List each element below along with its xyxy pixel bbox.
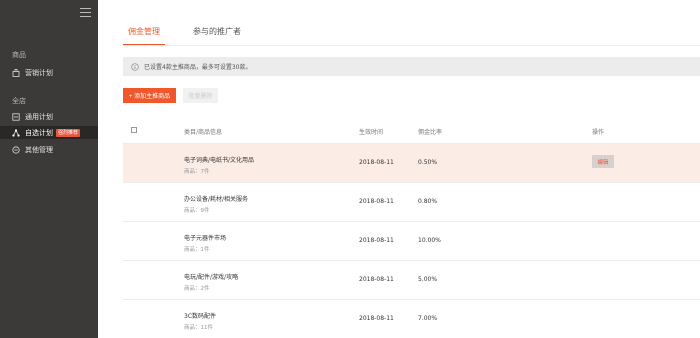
category-name: 电玩/配件/游戏/攻略 [184,274,239,281]
batch-delete-button[interactable]: 批量删除 [183,88,218,103]
sidebar-item-label: 自选计划 [25,128,53,137]
info-icon [131,62,139,71]
commission-rate: 0.80% [418,198,438,205]
header-category: 类目/商品信息 [184,129,223,136]
commission-rate: 10.00% [418,237,441,244]
select-all-checkbox[interactable] [131,127,137,133]
product-count: 商品：9件 [184,208,210,214]
table-header: 类目/商品信息 生效时间 佣金比率 操作 [123,117,700,144]
effective-date: 2018-08-11 [359,315,394,322]
sidebar-item-custom-plan[interactable]: 自选计划 强烈推荐 [0,126,98,139]
category-cell: 电玩/配件/游戏/攻略 商品：2件 [184,272,238,292]
product-count: 商品：2件 [184,286,210,292]
sidebar-section-store: 全店 [12,97,26,105]
sidebar-item-marketing-plan[interactable]: 营销计划 [0,66,98,79]
table-row[interactable]: 3C数码配件 商品：11件 2018-08-11 7.00% [123,300,700,338]
sidebar: 商品 营销计划 全店 通用计划 自选计划 强烈推荐 其他管理 [0,0,98,338]
commission-table: 类目/商品信息 生效时间 佣金比率 操作 电子词典/电纸书/文化用品 商品：7件… [123,117,700,338]
add-featured-product-button[interactable]: + 添加主推商品 [123,88,176,103]
product-count: 商品：1件 [184,247,210,253]
sidebar-item-label: 营销计划 [25,68,53,77]
tab-divider [123,45,700,46]
header-effective-time: 生效时间 [359,129,384,136]
table-row[interactable]: 电子元器件市场 商品：1件 2018-08-11 10.00% [123,222,700,261]
category-cell: 电子词典/电纸书/文化用品 商品：7件 [184,155,254,175]
bag-icon [12,68,20,77]
edit-button[interactable]: 编辑 [592,155,614,168]
category-cell: 电子元器件市场 商品：1件 [184,233,226,253]
effective-date: 2018-08-11 [359,276,394,283]
notice-bar: 已设置4款主推商品，最多可设置30款。 [123,57,700,76]
minus-circle-icon [12,145,20,154]
category-name: 3C数码配件 [184,313,217,320]
category-cell: 3C数码配件 商品：11件 [184,311,216,331]
header-action: 操作 [592,129,605,136]
tab-participating-promoters[interactable]: 参与的推广者 [193,18,241,46]
commission-rate: 0.50% [418,159,438,166]
sidebar-item-other-manage[interactable]: 其他管理 [0,143,98,156]
effective-date: 2018-08-11 [359,198,394,205]
category-cell: 办公设备/耗材/相关服务 商品：9件 [184,194,248,214]
table-row[interactable]: 办公设备/耗材/相关服务 商品：9件 2018-08-11 0.80% [123,183,700,222]
sidebar-item-general-plan[interactable]: 通用计划 [0,110,98,123]
share-icon [12,128,20,137]
tab-bar: 佣金管理 参与的推广者 [123,18,269,46]
sidebar-section-goods: 商品 [12,51,26,59]
category-name: 电子词典/电纸书/文化用品 [184,157,255,164]
header-commission-rate: 佣金比率 [418,129,443,136]
commission-rate: 7.00% [418,315,438,322]
main-content: 佣金管理 参与的推广者 已设置4款主推商品，最多可设置30款。 + 添加主推商品… [98,0,700,338]
effective-date: 2018-08-11 [359,159,394,166]
notice-text: 已设置4款主推商品，最多可设置30款。 [144,64,252,71]
category-name: 办公设备/耗材/相关服务 [184,196,249,203]
commission-rate: 5.00% [418,276,438,283]
tab-commission-manage[interactable]: 佣金管理 [123,18,165,46]
hamburger-menu-icon[interactable] [80,8,91,17]
recommended-badge: 强烈推荐 [56,128,81,137]
product-count: 商品：11件 [184,325,213,331]
effective-date: 2018-08-11 [359,237,394,244]
table-row[interactable]: 电玩/配件/游戏/攻略 商品：2件 2018-08-11 5.00% [123,261,700,300]
sidebar-item-label: 其他管理 [25,145,53,154]
product-count: 商品：7件 [184,169,210,175]
list-box-icon [12,112,20,121]
table-row[interactable]: 电子词典/电纸书/文化用品 商品：7件 2018-08-11 0.50% 编辑 [123,144,700,183]
category-name: 电子元器件市场 [184,235,227,242]
sidebar-item-label: 通用计划 [25,112,53,121]
